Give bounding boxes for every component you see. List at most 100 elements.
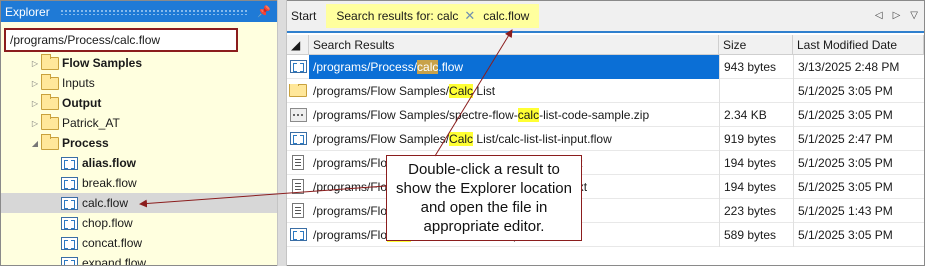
flow-file-icon-glyph [289,132,307,145]
result-row[interactable]: /programs/Flow Samples/Calc List/calc-li… [287,126,924,151]
expand-arrow-icon[interactable]: ▷ [29,79,41,88]
result-path: /programs/Flow Samples/Calc List/calc-li… [309,131,719,146]
title-grip [59,8,250,15]
results-grid: ◢ Search Results Size Last Modified Date… [287,35,924,247]
tree-item[interactable]: ▷ Output [1,93,277,113]
tree-item-label: Inputs [62,76,95,90]
pane-splitter[interactable] [277,0,287,266]
header-search-results[interactable]: Search Results [309,35,719,54]
path-prefix: /programs/Process/ [313,59,418,74]
result-size: 194 bytes [719,150,793,175]
header-size[interactable]: Size [719,35,793,54]
folder-icon [41,74,59,90]
text-file-icon [287,179,309,194]
match-highlight: calc [417,59,439,74]
tab-start[interactable]: Start [287,9,326,23]
result-row[interactable]: /programs/Flo xt223 bytes5/1/2025 1:43 P… [287,198,924,223]
flow-file-icon [61,156,79,170]
tree-item[interactable]: concat.flow [1,233,277,253]
close-tab-icon[interactable]: ✕ [464,8,475,24]
result-row[interactable]: /programs/Flow Samples/spectre-flow-calc… [287,102,924,127]
expand-arrow-icon[interactable]: ▷ [29,99,41,108]
text-file-icon-glyph [292,179,304,194]
zip-file-icon [287,107,309,122]
header-corner: ◢ [287,35,309,54]
flow-file-icon [61,216,79,230]
text-file-icon-glyph [292,155,304,170]
result-size: 589 bytes [719,222,793,247]
result-row[interactable]: /programs/Flo rom-text.txt194 bytes5/1/2… [287,174,924,199]
result-date: 5/1/2025 2:47 PM [793,126,924,151]
folder-icon [41,94,59,110]
result-size: 943 bytes [719,54,793,79]
path-prefix: /programs/Flo [313,179,388,194]
folder-icon [41,134,59,150]
expand-arrow-icon[interactable]: ▷ [29,59,41,68]
result-path: /programs/Flow Samples/Calc List [309,83,719,98]
tree-item[interactable]: chop.flow [1,213,277,233]
tree-item[interactable]: expand.flow [1,253,277,265]
tree-item[interactable]: alias.flow [1,153,277,173]
folder-icon [41,54,59,70]
result-size: 194 bytes [719,174,793,199]
result-row[interactable]: /programs/Flo rom-list.txt194 bytes5/1/2… [287,150,924,175]
tab-controls: ◁ ▷ ▽ [875,10,918,21]
result-row[interactable]: /programs/Flow Samples/Calc List 5/1/2025… [287,78,924,103]
tab-search-results[interactable]: Search results for: calc ✕ calc.flow [326,4,540,28]
tree-item[interactable]: ▷ Patrick_AT [1,113,277,133]
tree-item[interactable]: ◢ Process [1,133,277,153]
text-file-icon-glyph [292,203,304,218]
path-suffix: List [473,83,496,98]
tree-item[interactable]: break.flow [1,173,277,193]
expand-arrow-icon[interactable]: ◢ [29,139,41,148]
tree-item[interactable]: ▷ Inputs [1,73,277,93]
results-pane: Start Search results for: calc ✕ calc.fl… [287,1,924,265]
pin-icon[interactable]: 📌 [257,5,271,18]
folder-icon [41,114,59,130]
tree-item-label: Patrick_AT [62,116,120,130]
chevron-left-icon[interactable]: ◁ [875,10,883,21]
text-file-icon [287,203,309,218]
path-prefix: /programs/Flo [313,227,388,242]
explorer-path-field[interactable]: /programs/Process/calc.flow [4,28,238,52]
header-last-modified[interactable]: Last Modified Date [793,35,924,54]
tree-item[interactable]: calc.flow [1,193,277,213]
chevron-right-icon[interactable]: ▷ [893,10,901,21]
result-date: 5/1/2025 3:05 PM [793,150,924,175]
match-highlight: Calc [449,131,474,146]
grid-rows: /programs/Process/calc .flow 943 bytes 3/13… [287,54,924,247]
path-suffix: List/calc-list-list-input.flow [473,131,612,146]
result-date: 5/1/2025 3:05 PM [793,78,924,103]
match-highlight: Calc [449,83,474,98]
result-row[interactable]: /programs/FloCalc List/calc-list-text-in… [287,222,924,247]
explorer-pane: Explorer 📌 /programs/Process/calc.flow ▷… [1,1,277,265]
callout-note: Double-click a result to show the Explor… [386,155,582,241]
result-size: 223 bytes [719,198,793,223]
result-date: 5/1/2025 3:05 PM [793,174,924,199]
tree-item-label: Flow Samples [62,56,143,70]
tab-bar: Start Search results for: calc ✕ calc.fl… [287,1,924,33]
result-path: /programs/Process/calc .flow [309,54,719,79]
folder-icon-glyph [289,84,307,97]
path-prefix: /programs/Flo [313,155,388,170]
tree-item[interactable]: ▷ Flow Samples [1,53,277,73]
explorer-title-bar: Explorer 📌 [1,1,277,22]
result-row[interactable]: /programs/Process/calc .flow 943 bytes 3/13… [287,54,924,79]
explorer-tree: ▷ Flow Samples ▷ Inputs ▷ Output ▷ Patrick_AT ◢ P… [1,53,277,265]
match-highlight: calc [517,107,540,122]
tree-item-label: chop.flow [82,216,133,230]
tree-item-label: Output [62,96,102,110]
tab-calc-flow[interactable]: calc.flow [483,9,529,23]
tree-item-label: alias.flow [82,156,137,170]
flow-file-icon [287,132,309,145]
tree-item-label: Process [62,136,109,150]
folder-icon [287,84,309,97]
result-date: 5/1/2025 1:43 PM [793,198,924,223]
flow-file-icon [287,228,309,241]
result-date: 5/1/2025 3:05 PM [793,222,924,247]
dropdown-icon[interactable]: ▽ [910,10,918,21]
grid-header: ◢ Search Results Size Last Modified Date [287,35,924,55]
flow-file-icon [287,60,309,73]
expand-arrow-icon[interactable]: ▷ [29,119,41,128]
tree-item-label: concat.flow [82,236,143,250]
